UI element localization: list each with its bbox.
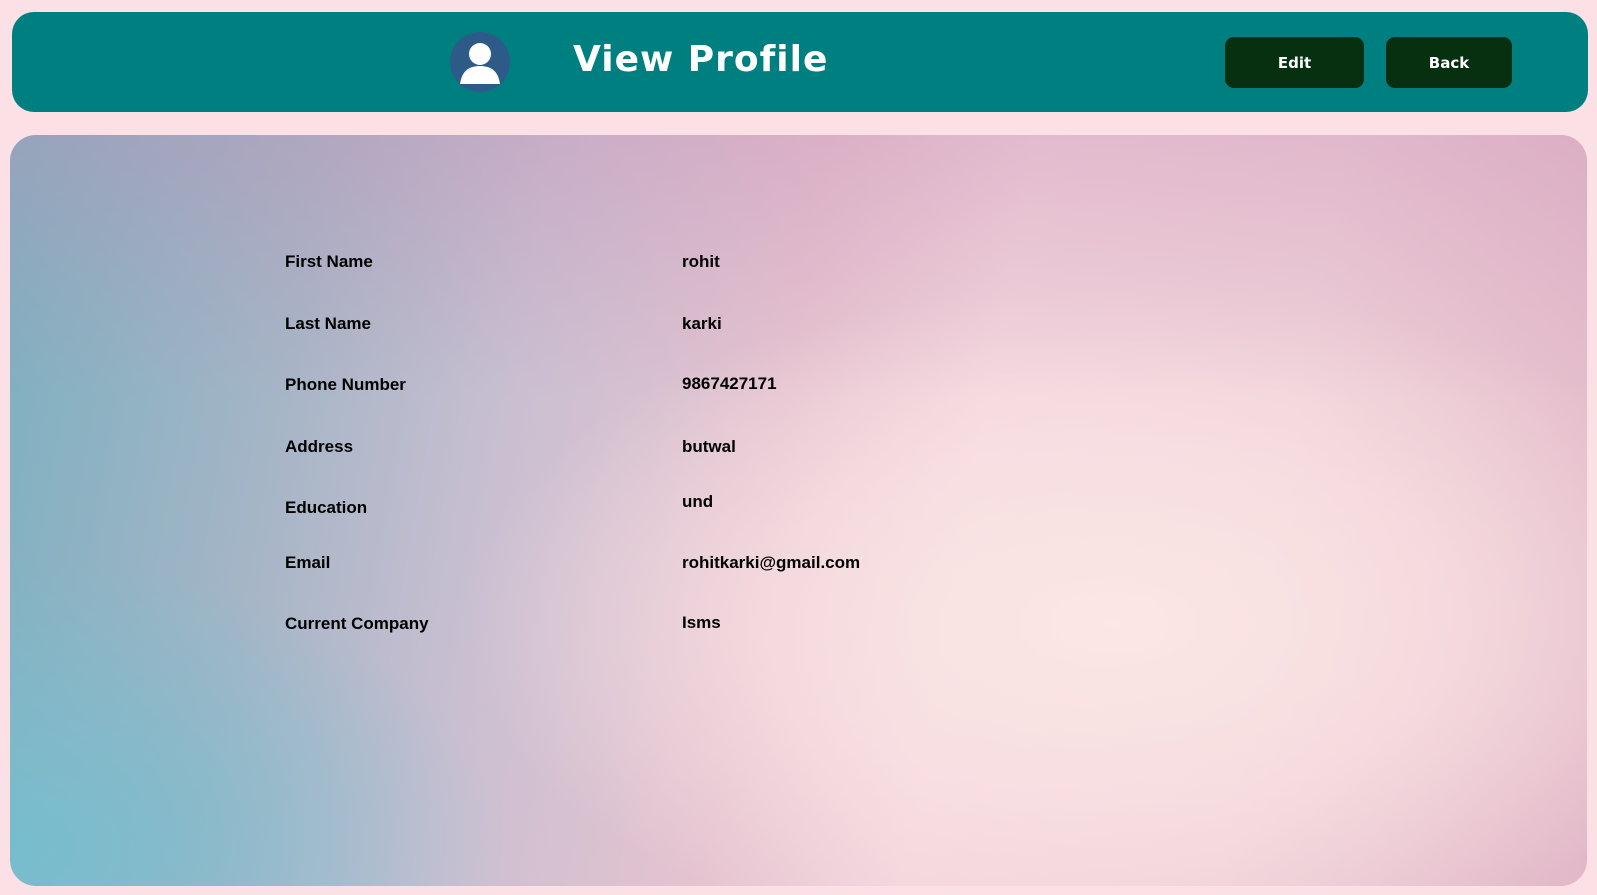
edit-button[interactable]: Edit: [1225, 37, 1364, 88]
back-button[interactable]: Back: [1386, 37, 1512, 88]
field-label: Address: [285, 437, 354, 456]
profile-card: First Name rohit Last Name karki Phone N…: [10, 135, 1587, 886]
field-value: und: [682, 492, 714, 511]
field-value: rohitkarki@gmail.com: [682, 553, 861, 572]
user-avatar-icon: [450, 32, 510, 92]
profile-row-address: Address butwal: [10, 437, 1587, 461]
field-label: Current Company: [285, 614, 429, 633]
field-value: butwal: [682, 437, 736, 456]
field-value: Isms: [682, 613, 721, 632]
header-bar: View Profile Edit Back: [12, 12, 1588, 112]
profile-row-email: Email rohitkarki@gmail.com: [10, 553, 1587, 577]
field-label: First Name: [285, 252, 373, 271]
field-value: rohit: [682, 252, 720, 271]
field-label: Phone Number: [285, 375, 406, 394]
field-label: Email: [285, 553, 331, 572]
field-label: Last Name: [285, 314, 371, 333]
field-label: Education: [285, 498, 368, 517]
profile-row-phone-number: Phone Number 9867427171: [10, 374, 1587, 399]
profile-row-current-company: Current Company Isms: [10, 613, 1587, 638]
page-title: View Profile: [573, 39, 829, 80]
profile-row-first-name: First Name rohit: [10, 252, 1587, 276]
field-value: 9867427171: [682, 374, 777, 393]
field-value: karki: [682, 314, 722, 333]
profile-row-last-name: Last Name karki: [10, 314, 1587, 338]
profile-row-education: Education und: [10, 492, 1587, 522]
